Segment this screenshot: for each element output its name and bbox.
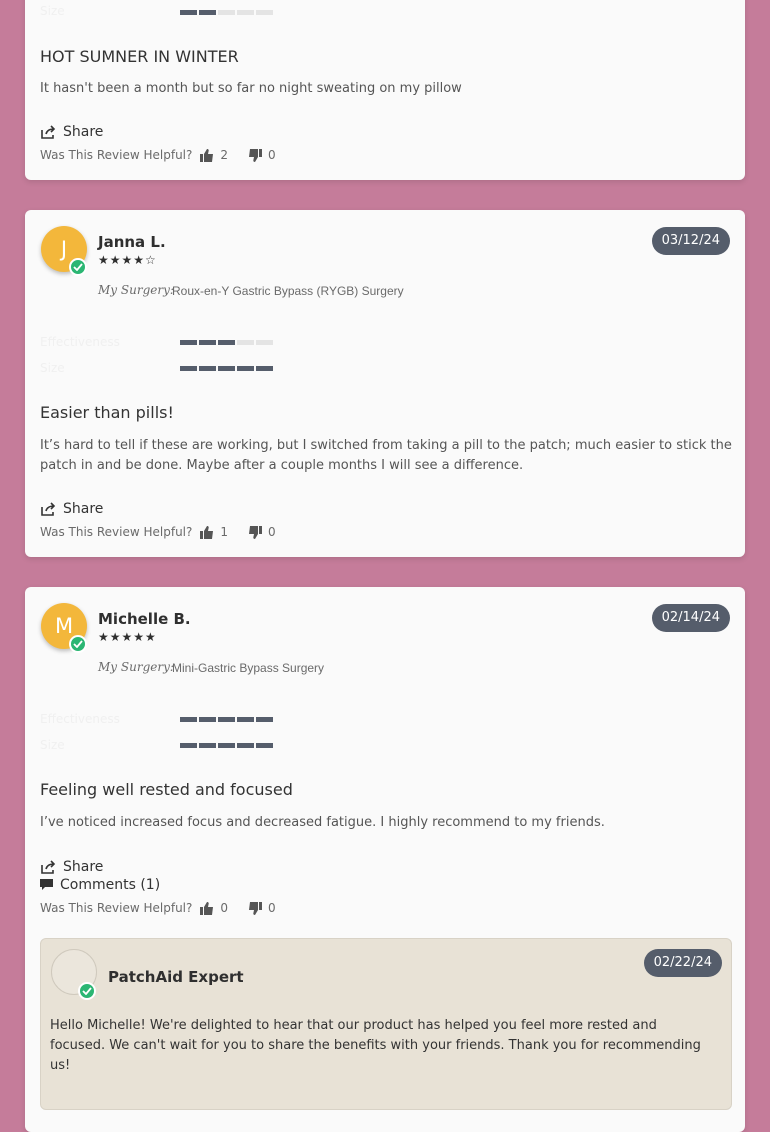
helpful-no-count: 0	[268, 525, 276, 539]
share-icon	[41, 860, 56, 874]
reviewer-name: Michelle B.	[98, 610, 191, 628]
surgery-value: Mini-Gastric Bypass Surgery	[172, 661, 325, 675]
comment-icon	[40, 879, 53, 890]
share-icon	[41, 125, 56, 139]
helpful-row: Was This Review Helpful? 0 0	[40, 901, 290, 915]
star-rating: ★★★★☆	[98, 253, 157, 267]
share-label: Share	[63, 859, 104, 875]
effectiveness-rating-bar	[180, 717, 273, 722]
review-title: Feeling well rested and focused	[40, 780, 293, 799]
helpful-yes-count: 2	[220, 148, 229, 162]
attribute-label: Effectiveness	[40, 712, 120, 726]
comments-button[interactable]: Comments (1)	[40, 877, 160, 893]
helpful-label: Was This Review Helpful?	[40, 525, 193, 539]
size-rating-bar	[180, 743, 273, 748]
review-card: M Michelle B. ★★★★★ 02/14/24 My Surgery:…	[25, 587, 745, 1132]
helpful-row: Was This Review Helpful? 1 0	[40, 525, 290, 539]
share-button[interactable]: Share	[40, 859, 103, 875]
helpful-yes-count: 1	[220, 525, 229, 539]
helpful-row: Was This Review Helpful? 2 0	[40, 148, 290, 162]
review-card: Size HOT SUMNER IN WINTER It hasn't been…	[25, 0, 745, 180]
review-date-badge: 03/12/24	[651, 227, 730, 255]
attribute-label: Size	[40, 738, 65, 752]
attribute-label: Size	[40, 4, 65, 18]
reviewer-name: Janna L.	[98, 233, 166, 251]
surgery-value: Roux-en-Y Gastric Bypass (RYGB) Surgery	[172, 284, 404, 298]
thumbs-up-icon[interactable]	[200, 525, 214, 539]
expert-reply: PatchAid Expert 02/22/24 Hello Michelle!…	[40, 938, 732, 1110]
review-card: J Janna L. ★★★★☆ 03/12/24 My Surgery: Ro…	[25, 210, 745, 557]
surgery-label: My Surgery:	[98, 283, 174, 297]
effectiveness-rating-bar	[180, 340, 273, 345]
helpful-no-count: 0	[268, 901, 276, 915]
share-label: Share	[63, 124, 104, 140]
helpful-label: Was This Review Helpful?	[40, 148, 193, 162]
review-date-badge: 02/14/24	[651, 604, 730, 632]
attribute-label: Effectiveness	[40, 335, 120, 349]
thumbs-down-icon[interactable]	[248, 525, 263, 539]
helpful-label: Was This Review Helpful?	[40, 901, 193, 915]
share-button[interactable]: Share	[40, 501, 103, 517]
helpful-no-count: 0	[268, 148, 276, 162]
thumbs-down-icon[interactable]	[248, 901, 263, 915]
verified-check-icon	[69, 258, 87, 276]
share-icon	[41, 502, 56, 516]
thumbs-up-icon[interactable]	[200, 148, 214, 162]
review-title: HOT SUMNER IN WINTER	[40, 47, 239, 66]
review-body: It’s hard to tell if these are working, …	[40, 438, 732, 473]
share-button[interactable]: Share	[40, 124, 103, 140]
reply-date-badge: 02/22/24	[643, 949, 722, 977]
review-body: I’ve noticed increased focus and decreas…	[40, 815, 605, 830]
surgery-label: My Surgery:	[98, 660, 174, 674]
reply-author: PatchAid Expert	[108, 968, 244, 986]
reply-body: Hello Michelle! We're delighted to hear …	[50, 1018, 701, 1073]
comments-label: Comments (1)	[60, 877, 161, 893]
thumbs-up-icon[interactable]	[200, 901, 214, 915]
helpful-yes-count: 0	[220, 901, 229, 915]
size-rating-bar	[180, 10, 273, 15]
share-label: Share	[63, 501, 104, 517]
size-rating-bar	[180, 366, 273, 371]
review-body: It hasn't been a month but so far no nig…	[40, 81, 462, 96]
attribute-label: Size	[40, 361, 65, 375]
verified-check-icon	[78, 982, 96, 1000]
review-title: Easier than pills!	[40, 403, 174, 422]
thumbs-down-icon[interactable]	[248, 148, 263, 162]
verified-check-icon	[69, 635, 87, 653]
star-rating: ★★★★★	[98, 630, 157, 644]
